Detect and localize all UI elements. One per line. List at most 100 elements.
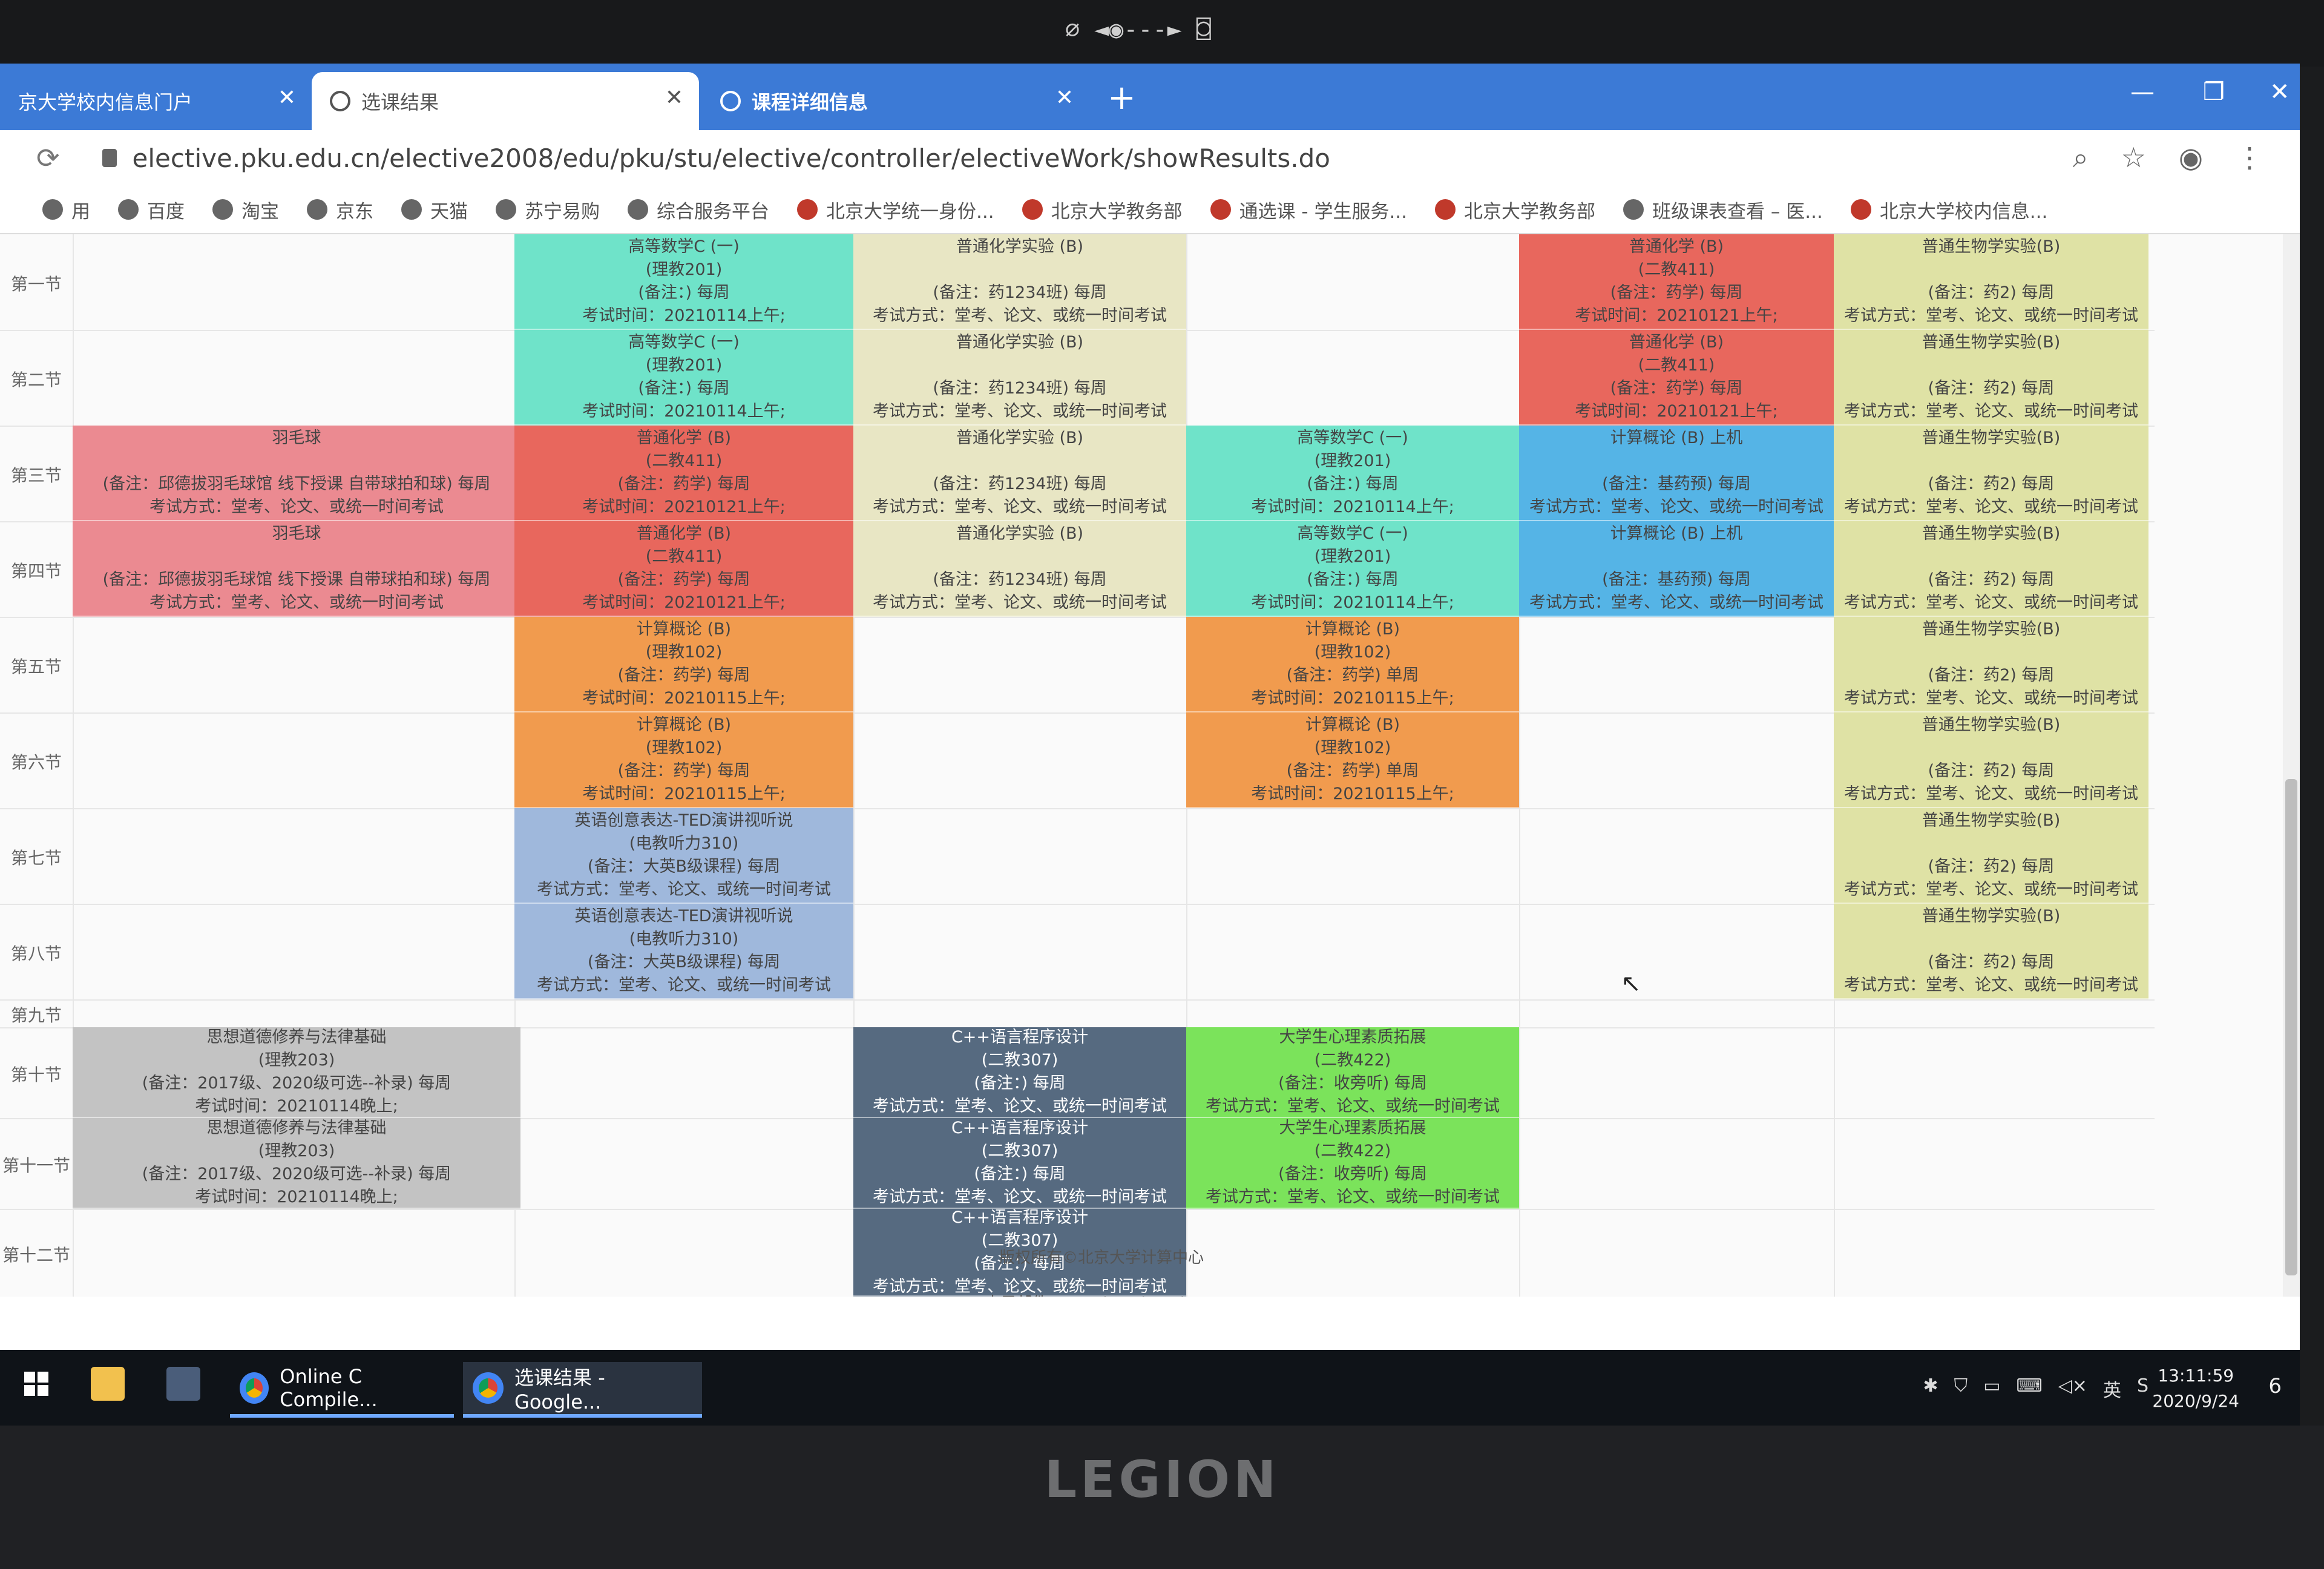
tray-icon[interactable]: ◁× [2058, 1375, 2087, 1402]
close-icon[interactable]: ✕ [665, 85, 683, 110]
course-block[interactable]: 计算概论 (B) (理教102) (备注：药学) 单周 考试时间：20210115上午… [1186, 712, 1519, 808]
tab-portal[interactable]: 京大学校内信息门户 ✕ [0, 72, 312, 130]
course-block[interactable]: 普通生物学实验(B) (备注：药2) 每周 考试方式：堂考、论文、或统一时间考试 [1834, 521, 2148, 617]
reload-icon[interactable]: ⟳ [36, 142, 60, 174]
course-block[interactable]: 普通生物学实验(B) (备注：药2) 每周 考试方式：堂考、论文、或统一时间考试 [1834, 617, 2148, 712]
course-detail: (备注：药学) 每周 [617, 570, 750, 589]
bookmark-item[interactable]: 北京大学统一身份... [797, 196, 994, 223]
lock-icon[interactable] [102, 149, 117, 167]
bookmark-item[interactable]: 班级课表查看 – 医... [1623, 196, 1823, 223]
tray-icon[interactable]: ▭ [1983, 1375, 2000, 1402]
course-detail: (备注：大英B级课程) 每周 [587, 857, 781, 876]
course-detail: (备注：邱德拔羽毛球馆 线下授课 自带球拍和球) 每周 [102, 475, 491, 493]
course-block[interactable]: 普通生物学实验(B) (备注：药2) 每周 考试方式：堂考、论文、或统一时间考试 [1834, 330, 2148, 426]
course-title: 普通生物学实验(B) [1922, 237, 2061, 256]
restore-button[interactable]: ❐ [2203, 78, 2225, 106]
tray-icon[interactable]: ⌨ [2016, 1375, 2042, 1402]
course-block[interactable]: 大学生心理素质拓展 (二教422) (备注：收旁听) 每周 考试方式：堂考、论文、或统… [1186, 1118, 1519, 1209]
course-block[interactable]: 普通化学 (B) (二教411) (备注：药学) 每周 考试时间：20210121上午… [514, 521, 853, 617]
course-block[interactable]: 普通化学实验 (B) (备注：药1234班) 每周 考试方式：堂考、论文、或统一时… [853, 234, 1186, 330]
tray-icon[interactable]: ⛉ [1954, 1375, 1968, 1402]
course-block[interactable]: 普通化学 (B) (二教411) (备注：药学) 每周 考试时间：20210121上午… [1519, 234, 1834, 330]
system-clock[interactable]: 13:11:59 2020/9/24 [2152, 1363, 2239, 1414]
course-block[interactable]: C++语言程序设计 (二教307) (备注：) 每周 考试方式：堂考、论文、或统一时间… [853, 1027, 1186, 1118]
bookmark-item[interactable]: 北京大学校内信息... [1850, 196, 2047, 223]
course-block[interactable]: 思想道德修养与法律基础 (理教203) (备注：2017级、2020级可选--补录)… [73, 1118, 520, 1209]
bookmark-item[interactable]: 京东 [307, 196, 373, 223]
course-block[interactable]: C++语言程序设计 (二教307) (备注：) 每周 考试方式：堂考、论文、或统一时间… [853, 1118, 1186, 1209]
globe-icon [401, 199, 422, 220]
course-block[interactable]: 高等数学C (一) (理教201) (备注：) 每周 考试时间：20210114上午; [1186, 426, 1519, 521]
course-block[interactable]: 高等数学C (一) (理教201) (备注：) 每周 考试时间：20210114上午; [514, 234, 853, 330]
course-block[interactable]: 普通生物学实验(B) (备注：药2) 每周 考试方式：堂考、论文、或统一时间考试 [1834, 712, 2148, 808]
course-block[interactable]: 思想道德修养与法律基础 (理教203) (备注：2017级、2020级可选--补录)… [73, 1027, 520, 1118]
star-icon[interactable]: ☆ [2121, 141, 2146, 175]
course-block[interactable]: 普通生物学实验(B) (备注：药2) 每周 考试方式：堂考、论文、或统一时间考试 [1834, 426, 2148, 521]
course-block[interactable]: 普通化学实验 (B) (备注：药1234班) 每周 考试方式：堂考、论文、或统一时… [853, 330, 1186, 426]
course-block[interactable]: 普通生物学实验(B) (备注：药2) 每周 考试方式：堂考、论文、或统一时间考试 [1834, 904, 2148, 999]
period-label: 第五节 [10, 657, 62, 677]
course-title: 高等数学C (一) [628, 333, 740, 352]
tab-results[interactable]: 选课结果 ✕ [312, 72, 699, 130]
bookmark-item[interactable]: 通选课 - 学生服务... [1210, 196, 1407, 223]
bookmark-item[interactable]: 北京大学教务部 [1435, 196, 1595, 223]
scrollbar-thumb[interactable] [2285, 779, 2297, 1275]
tray-icon[interactable]: S [2137, 1375, 2148, 1402]
course-block[interactable]: 计算概论 (B) 上机 (备注：基药预) 每周 考试方式：堂考、论文、或统一时间考… [1519, 521, 1834, 617]
url-field[interactable]: elective.pku.edu.cn/elective2008/edu/pku… [133, 143, 1330, 173]
taskbar-app-chrome-results[interactable]: 选课结果 - Google... [463, 1362, 702, 1418]
taskbar-app-online-compiler[interactable]: Online C Compile... [230, 1362, 454, 1418]
close-icon[interactable]: ✕ [1055, 85, 1074, 110]
course-block[interactable]: 普通化学 (B) (二教411) (备注：药学) 每周 考试时间：20210121上午… [1519, 330, 1834, 426]
course-block[interactable]: 普通生物学实验(B) (备注：药2) 每周 考试方式：堂考、论文、或统一时间考试 [1834, 808, 2148, 904]
course-detail: 考试方式：堂考、论文、或统一时间考试 [873, 306, 1167, 325]
contact-email[interactable]: 电子邮件：sermis@pku.edu.cn [48, 1291, 2155, 1297]
period-label: 第四节 [10, 561, 62, 581]
vertical-scrollbar[interactable] [2283, 234, 2300, 1297]
course-block[interactable]: 普通生物学实验(B) (备注：药2) 每周 考试方式：堂考、论文、或统一时间考试 [1834, 234, 2148, 330]
course-detail: 考试时间：20210114晚上; [195, 1097, 398, 1116]
course-block[interactable]: 普通化学 (B) (二教411) (备注：药学) 每周 考试时间：20210121上午… [514, 426, 853, 521]
course-block[interactable]: 高等数学C (一) (理教201) (备注：) 每周 考试时间：20210114上午; [1186, 521, 1519, 617]
course-block[interactable]: 羽毛球 (备注：邱德拔羽毛球馆 线下授课 自带球拍和球) 每周 考试方式：堂考、论… [73, 521, 520, 617]
zoom-icon[interactable]: ⌕ [2073, 141, 2089, 175]
file-explorer-icon[interactable] [91, 1367, 125, 1401]
close-window-button[interactable]: ✕ [2270, 78, 2290, 106]
minimize-button[interactable]: — [2130, 78, 2155, 106]
course-block[interactable]: 羽毛球 (备注：邱德拔羽毛球馆 线下授课 自带球拍和球) 每周 考试方式：堂考、论… [73, 426, 520, 521]
course-detail: (备注：药学) 单周 [1286, 666, 1419, 685]
course-detail: (备注：药2) 每周 [1928, 379, 2055, 398]
menu-icon[interactable]: ⋮ [2236, 141, 2263, 175]
course-block[interactable]: 计算概论 (B) 上机 (备注：基药预) 每周 考试方式：堂考、论文、或统一时间考… [1519, 426, 1834, 521]
course-block[interactable]: 计算概论 (B) (理教102) (备注：药学) 每周 考试时间：20210115上午… [514, 617, 853, 712]
tray-icon[interactable]: ✱ [1923, 1375, 1938, 1402]
course-detail: 考试方式：堂考、论文、或统一时间考试 [1206, 1097, 1500, 1116]
tray-icon[interactable]: 英 [2103, 1375, 2121, 1402]
bookmark-item[interactable]: 天猫 [401, 196, 468, 223]
course-block[interactable]: 大学生心理素质拓展 (二教422) (备注：收旁听) 每周 考试方式：堂考、论文、或统… [1186, 1027, 1519, 1118]
course-block[interactable]: 计算概论 (B) (理教102) (备注：药学) 单周 考试时间：20210115上午… [1186, 617, 1519, 712]
notification-icon[interactable]: 6 [2268, 1374, 2282, 1398]
dev-cpp-icon[interactable] [166, 1367, 200, 1401]
tab-course-details[interactable]: 课程详细信息 ✕ [702, 72, 1089, 130]
globe-icon [212, 199, 233, 220]
bookmark-label: 综合服务平台 [657, 200, 769, 223]
course-block[interactable]: 英语创意表达-TED演讲视听说 (电教听力310) (备注：大英B级课程) 每周 考试… [514, 904, 853, 999]
bookmark-item[interactable]: 苏宁易购 [496, 196, 600, 223]
course-block[interactable]: 计算概论 (B) (理教102) (备注：药学) 每周 考试时间：20210115上午… [514, 712, 853, 808]
course-block[interactable]: 普通化学实验 (B) (备注：药1234班) 每周 考试方式：堂考、论文、或统一时… [853, 426, 1186, 521]
course-detail: (备注：药1234班) 每周 [933, 379, 1107, 398]
course-block[interactable]: 英语创意表达-TED演讲视听说 (电教听力310) (备注：大英B级课程) 每周 考试… [514, 808, 853, 904]
course-block[interactable]: 高等数学C (一) (理教201) (备注：) 每周 考试时间：20210114上午; [514, 330, 853, 426]
course-detail: (电教听力310) [629, 930, 739, 949]
bookmark-item[interactable]: 用 [42, 196, 90, 223]
windows-start-icon[interactable] [24, 1372, 48, 1396]
bookmark-item[interactable]: 淘宝 [212, 196, 279, 223]
bookmark-item[interactable]: 北京大学教务部 [1022, 196, 1183, 223]
new-tab-button[interactable]: + [1108, 78, 1136, 117]
bookmark-item[interactable]: 百度 [118, 196, 185, 223]
close-icon[interactable]: ✕ [278, 85, 296, 110]
bookmark-item[interactable]: 综合服务平台 [628, 196, 769, 223]
course-block[interactable]: 普通化学实验 (B) (备注：药1234班) 每周 考试方式：堂考、论文、或统一时… [853, 521, 1186, 617]
profile-icon[interactable]: ◉ [2179, 141, 2203, 175]
